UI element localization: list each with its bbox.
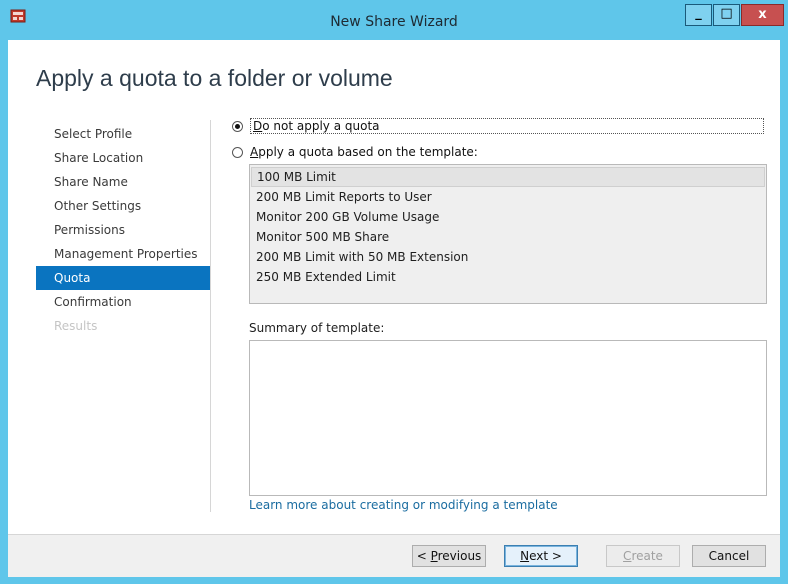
nav-item-share-location[interactable]: Share Location	[36, 146, 210, 170]
nav-item-select-profile[interactable]: Select Profile	[36, 122, 210, 146]
no-quota-radio[interactable]	[232, 120, 243, 132]
close-icon: x	[758, 7, 767, 22]
template-list-item[interactable]: 100 MB Limit	[251, 167, 765, 187]
minimize-button[interactable]: _	[685, 4, 712, 26]
no-quota-label[interactable]: Do not apply a quota	[250, 118, 764, 134]
next-button[interactable]: Next >	[504, 545, 578, 567]
button-bar: < Previous Next > Create Cancel	[8, 534, 780, 577]
nav-divider	[210, 120, 211, 512]
next-label: ext >	[529, 549, 562, 563]
template-list-item[interactable]: Monitor 200 GB Volume Usage	[250, 207, 766, 227]
window-title: New Share Wizard	[330, 14, 458, 30]
learn-more-link[interactable]: Learn more about creating or modifying a…	[249, 498, 558, 512]
minimize-icon: _	[695, 6, 702, 21]
maximize-button[interactable]: □	[713, 4, 740, 26]
no-quota-label-text: o not apply a quota	[262, 119, 380, 133]
nav-item-other-settings[interactable]: Other Settings	[36, 194, 210, 218]
next-accesskey: N	[520, 549, 530, 563]
summary-label: Summary of template:	[249, 321, 385, 335]
no-quota-accesskey: D	[253, 119, 263, 133]
template-list-item[interactable]: 200 MB Limit Reports to User	[250, 187, 766, 207]
page-title: Apply a quota to a folder or volume	[36, 65, 393, 91]
nav-item-results: Results	[54, 319, 98, 333]
template-quota-label-text: pply a quota based on the template:	[258, 145, 478, 159]
previous-accesskey: P	[430, 549, 438, 563]
maximize-icon: □	[720, 6, 733, 21]
nav-item-permissions[interactable]: Permissions	[36, 218, 210, 242]
template-list[interactable]: 100 MB Limit 200 MB Limit Reports to Use…	[249, 164, 767, 304]
close-button[interactable]: x	[741, 4, 784, 26]
wizard-window: New Share Wizard _ □ x Apply a quota to …	[0, 0, 788, 584]
summary-text-box[interactable]	[249, 340, 767, 496]
create-button: Create	[606, 545, 680, 567]
template-quota-accesskey: A	[250, 145, 259, 159]
template-list-item[interactable]: Monitor 500 MB Share	[250, 227, 766, 247]
previous-button[interactable]: < Previous	[412, 545, 486, 567]
template-quota-label[interactable]: Apply a quota based on the template:	[250, 145, 478, 159]
template-quota-radio[interactable]	[232, 146, 243, 158]
nav-item-management-properties[interactable]: Management Properties	[36, 242, 210, 266]
nav-item-confirmation[interactable]: Confirmation	[36, 290, 210, 314]
wizard-steps-nav: Select Profile Share Location Share Name…	[36, 122, 210, 338]
template-list-item[interactable]: 250 MB Extended Limit	[250, 267, 766, 287]
template-list-item[interactable]: 200 MB Limit with 50 MB Extension	[250, 247, 766, 267]
nav-item-quota[interactable]: Quota	[36, 266, 210, 290]
cancel-button[interactable]: Cancel	[692, 545, 766, 567]
create-label: reate	[631, 549, 663, 563]
wizard-content: Apply a quota to a folder or volume Sele…	[8, 40, 780, 577]
template-quota-option[interactable]: Apply a quota based on the template:	[232, 145, 478, 159]
title-bar[interactable]: New Share Wizard _ □ x	[0, 0, 788, 40]
previous-prefix: <	[416, 549, 431, 563]
previous-label: revious	[437, 549, 482, 563]
nav-item-share-name[interactable]: Share Name	[36, 170, 210, 194]
no-quota-option[interactable]: Do not apply a quota	[232, 118, 764, 134]
